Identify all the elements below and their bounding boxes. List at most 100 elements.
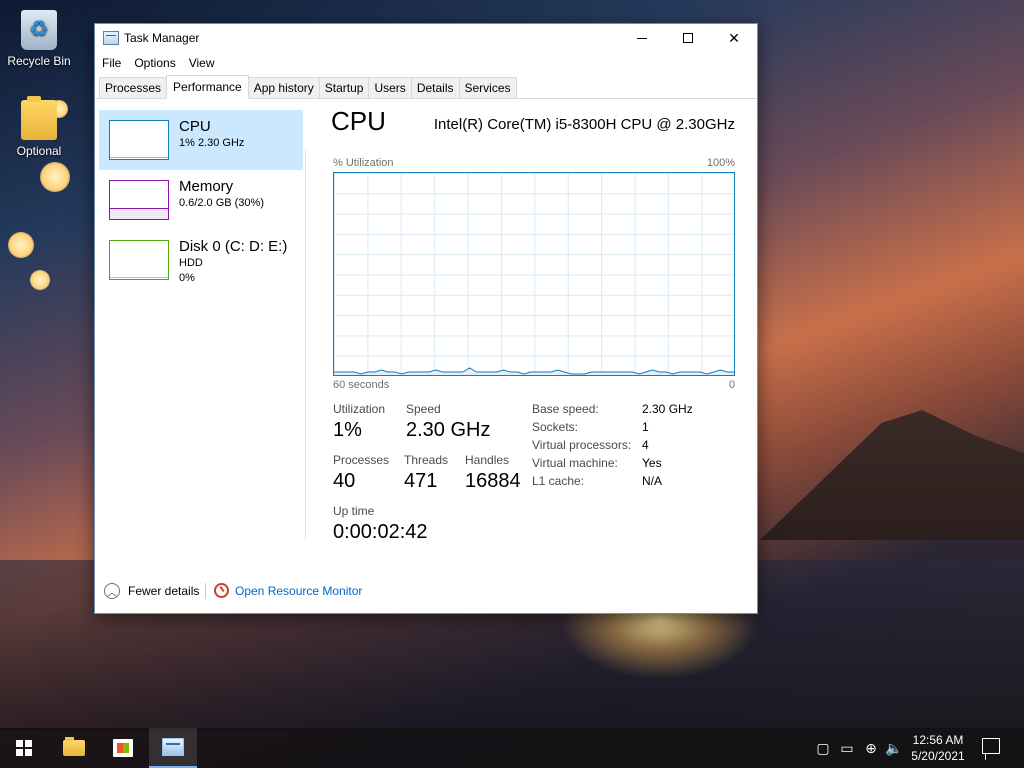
taskbar-task-manager[interactable] xyxy=(149,728,197,768)
fewer-details-button[interactable]: Fewer details xyxy=(128,584,199,598)
chevron-up-icon[interactable]: ︿ xyxy=(104,583,120,599)
start-button[interactable] xyxy=(0,728,48,768)
sidebar-item-detail-2: 0% xyxy=(179,272,195,284)
sidebar-item-title: Disk 0 (C: D: E:) xyxy=(179,238,288,255)
volume-icon[interactable]: 🔈 xyxy=(885,739,903,757)
handles-label: Handles xyxy=(465,453,510,467)
desktop-icon-recycle-bin[interactable]: Recycle Bin xyxy=(1,10,77,68)
tab-app-history[interactable]: App history xyxy=(247,77,320,98)
show-desktop-tray-icon[interactable]: ▢ xyxy=(814,739,832,757)
cpu-model-name: Intel(R) Core(TM) i5-8300H CPU @ 2.30GHz xyxy=(433,116,735,133)
uptime-value: 0:00:02:42 xyxy=(333,521,428,543)
task-manager-window: Task Manager ✕ File Options View Process… xyxy=(94,23,758,614)
menu-options[interactable]: Options xyxy=(133,56,183,70)
speed-value: 2.30 GHz xyxy=(406,419,491,441)
taskbar-store[interactable] xyxy=(99,728,147,768)
close-icon: ✕ xyxy=(728,29,740,46)
sidebar-item-title: CPU xyxy=(179,118,211,135)
sidebar-item-disk[interactable]: Disk 0 (C: D: E:) HDD 0% xyxy=(99,230,303,290)
footer-separator xyxy=(205,583,206,599)
taskbar-file-explorer[interactable] xyxy=(50,728,98,768)
memory-mini-graph xyxy=(109,180,169,220)
cpu-utilization-graph xyxy=(333,172,735,376)
system-clock[interactable]: 12:56 AM 5/20/2021 xyxy=(906,732,970,764)
resource-sidebar: CPU 1% 2.30 GHz Memory 0.6/2.0 GB (30%) … xyxy=(95,100,305,565)
sidebar-item-memory[interactable]: Memory 0.6/2.0 GB (30%) xyxy=(99,170,303,230)
speed-label: Speed xyxy=(406,402,441,416)
maximize-button[interactable] xyxy=(665,24,711,52)
graph-x-left-label: 60 seconds xyxy=(333,379,390,391)
utilization-label: Utilization xyxy=(333,402,386,416)
cpu-mini-graph xyxy=(109,120,169,160)
recycle-bin-icon xyxy=(21,10,57,50)
page-title: CPU xyxy=(331,106,386,136)
disk-mini-graph-line xyxy=(110,277,168,278)
cpu-detail-panel: CPU Intel(R) Core(TM) i5-8300H CPU @ 2.3… xyxy=(331,100,735,565)
open-resource-monitor-link[interactable]: Open Resource Monitor xyxy=(235,584,362,598)
title-bar[interactable]: Task Manager ✕ xyxy=(95,24,757,52)
spec-virtual-machine-value: Yes xyxy=(642,456,662,470)
wallpaper-mountain xyxy=(760,410,1024,540)
panel-divider[interactable] xyxy=(305,150,306,540)
sidebar-item-detail: 0.6/2.0 GB (30%) xyxy=(179,197,264,209)
spec-sockets-value: 1 xyxy=(642,420,649,434)
menu-bar: File Options View xyxy=(95,52,757,74)
battery-icon[interactable]: ▭ xyxy=(838,739,856,757)
tab-details[interactable]: Details xyxy=(410,77,460,98)
task-manager-icon xyxy=(162,738,184,756)
folder-icon xyxy=(21,96,57,140)
processes-value: 40 xyxy=(333,470,356,492)
tab-startup[interactable]: Startup xyxy=(318,77,370,98)
uptime-label: Up time xyxy=(333,504,375,518)
performance-content: CPU 1% 2.30 GHz Memory 0.6/2.0 GB (30%) … xyxy=(95,100,757,565)
disk-mini-graph xyxy=(109,240,169,280)
window-footer: ︿ Fewer details Open Resource Monitor xyxy=(95,565,757,613)
tab-bar: Processes Performance App history Startu… xyxy=(95,74,757,99)
spec-virtual-machine-label: Virtual machine: xyxy=(532,456,618,470)
sidebar-item-detail: HDD xyxy=(179,257,203,269)
spec-virtual-processors-value: 4 xyxy=(642,438,649,452)
spec-base-speed-label: Base speed: xyxy=(532,402,599,416)
menu-view[interactable]: View xyxy=(188,56,223,70)
spec-base-speed-value: 2.30 GHz xyxy=(642,402,693,416)
sidebar-item-title: Memory xyxy=(179,178,234,195)
sidebar-item-detail: 1% 2.30 GHz xyxy=(179,137,245,149)
resource-monitor-icon xyxy=(214,583,229,598)
menu-file[interactable]: File xyxy=(101,56,129,70)
network-globe-icon[interactable]: ⊕ xyxy=(862,739,880,757)
tab-users[interactable]: Users xyxy=(368,77,412,98)
minimize-button[interactable] xyxy=(619,24,665,52)
tab-services[interactable]: Services xyxy=(458,77,517,98)
tab-processes[interactable]: Processes xyxy=(99,77,168,98)
cpu-utilization-graph-svg xyxy=(334,367,734,375)
action-center-icon[interactable] xyxy=(982,738,1000,754)
desktop-icon-optional-folder[interactable]: Optional xyxy=(1,96,77,158)
maximize-icon xyxy=(683,33,693,43)
memory-mini-graph-fill xyxy=(110,207,168,219)
utilization-value: 1% xyxy=(333,419,362,441)
graph-y-label: % Utilization xyxy=(333,157,394,169)
tab-performance[interactable]: Performance xyxy=(166,75,249,99)
minimize-icon xyxy=(637,37,647,39)
window-title: Task Manager xyxy=(124,31,200,45)
file-explorer-icon xyxy=(63,737,85,756)
sidebar-item-cpu[interactable]: CPU 1% 2.30 GHz xyxy=(99,110,303,170)
clock-time: 12:56 AM xyxy=(912,733,964,747)
processes-label: Processes xyxy=(333,453,390,467)
wallpaper-lantern xyxy=(30,270,50,290)
spec-virtual-processors-label: Virtual processors: xyxy=(532,438,632,452)
wallpaper-lantern xyxy=(8,232,34,258)
spec-l1-cache-value: N/A xyxy=(642,474,663,488)
threads-value: 471 xyxy=(404,470,438,492)
desktop-icon-label: Optional xyxy=(16,144,62,158)
close-button[interactable]: ✕ xyxy=(711,24,757,52)
taskbar: ▢ ▭ ⊕ 🔈 12:56 AM 5/20/2021 xyxy=(0,728,1024,768)
store-icon xyxy=(113,739,133,757)
threads-label: Threads xyxy=(404,453,449,467)
handles-value: 16884 xyxy=(465,470,521,492)
graph-y-max-label: 100% xyxy=(706,157,735,169)
wallpaper-lantern xyxy=(40,162,70,192)
cpu-mini-graph-line xyxy=(110,157,168,158)
spec-l1-cache-label: L1 cache: xyxy=(532,474,585,488)
desktop-icon-label: Recycle Bin xyxy=(7,54,71,68)
